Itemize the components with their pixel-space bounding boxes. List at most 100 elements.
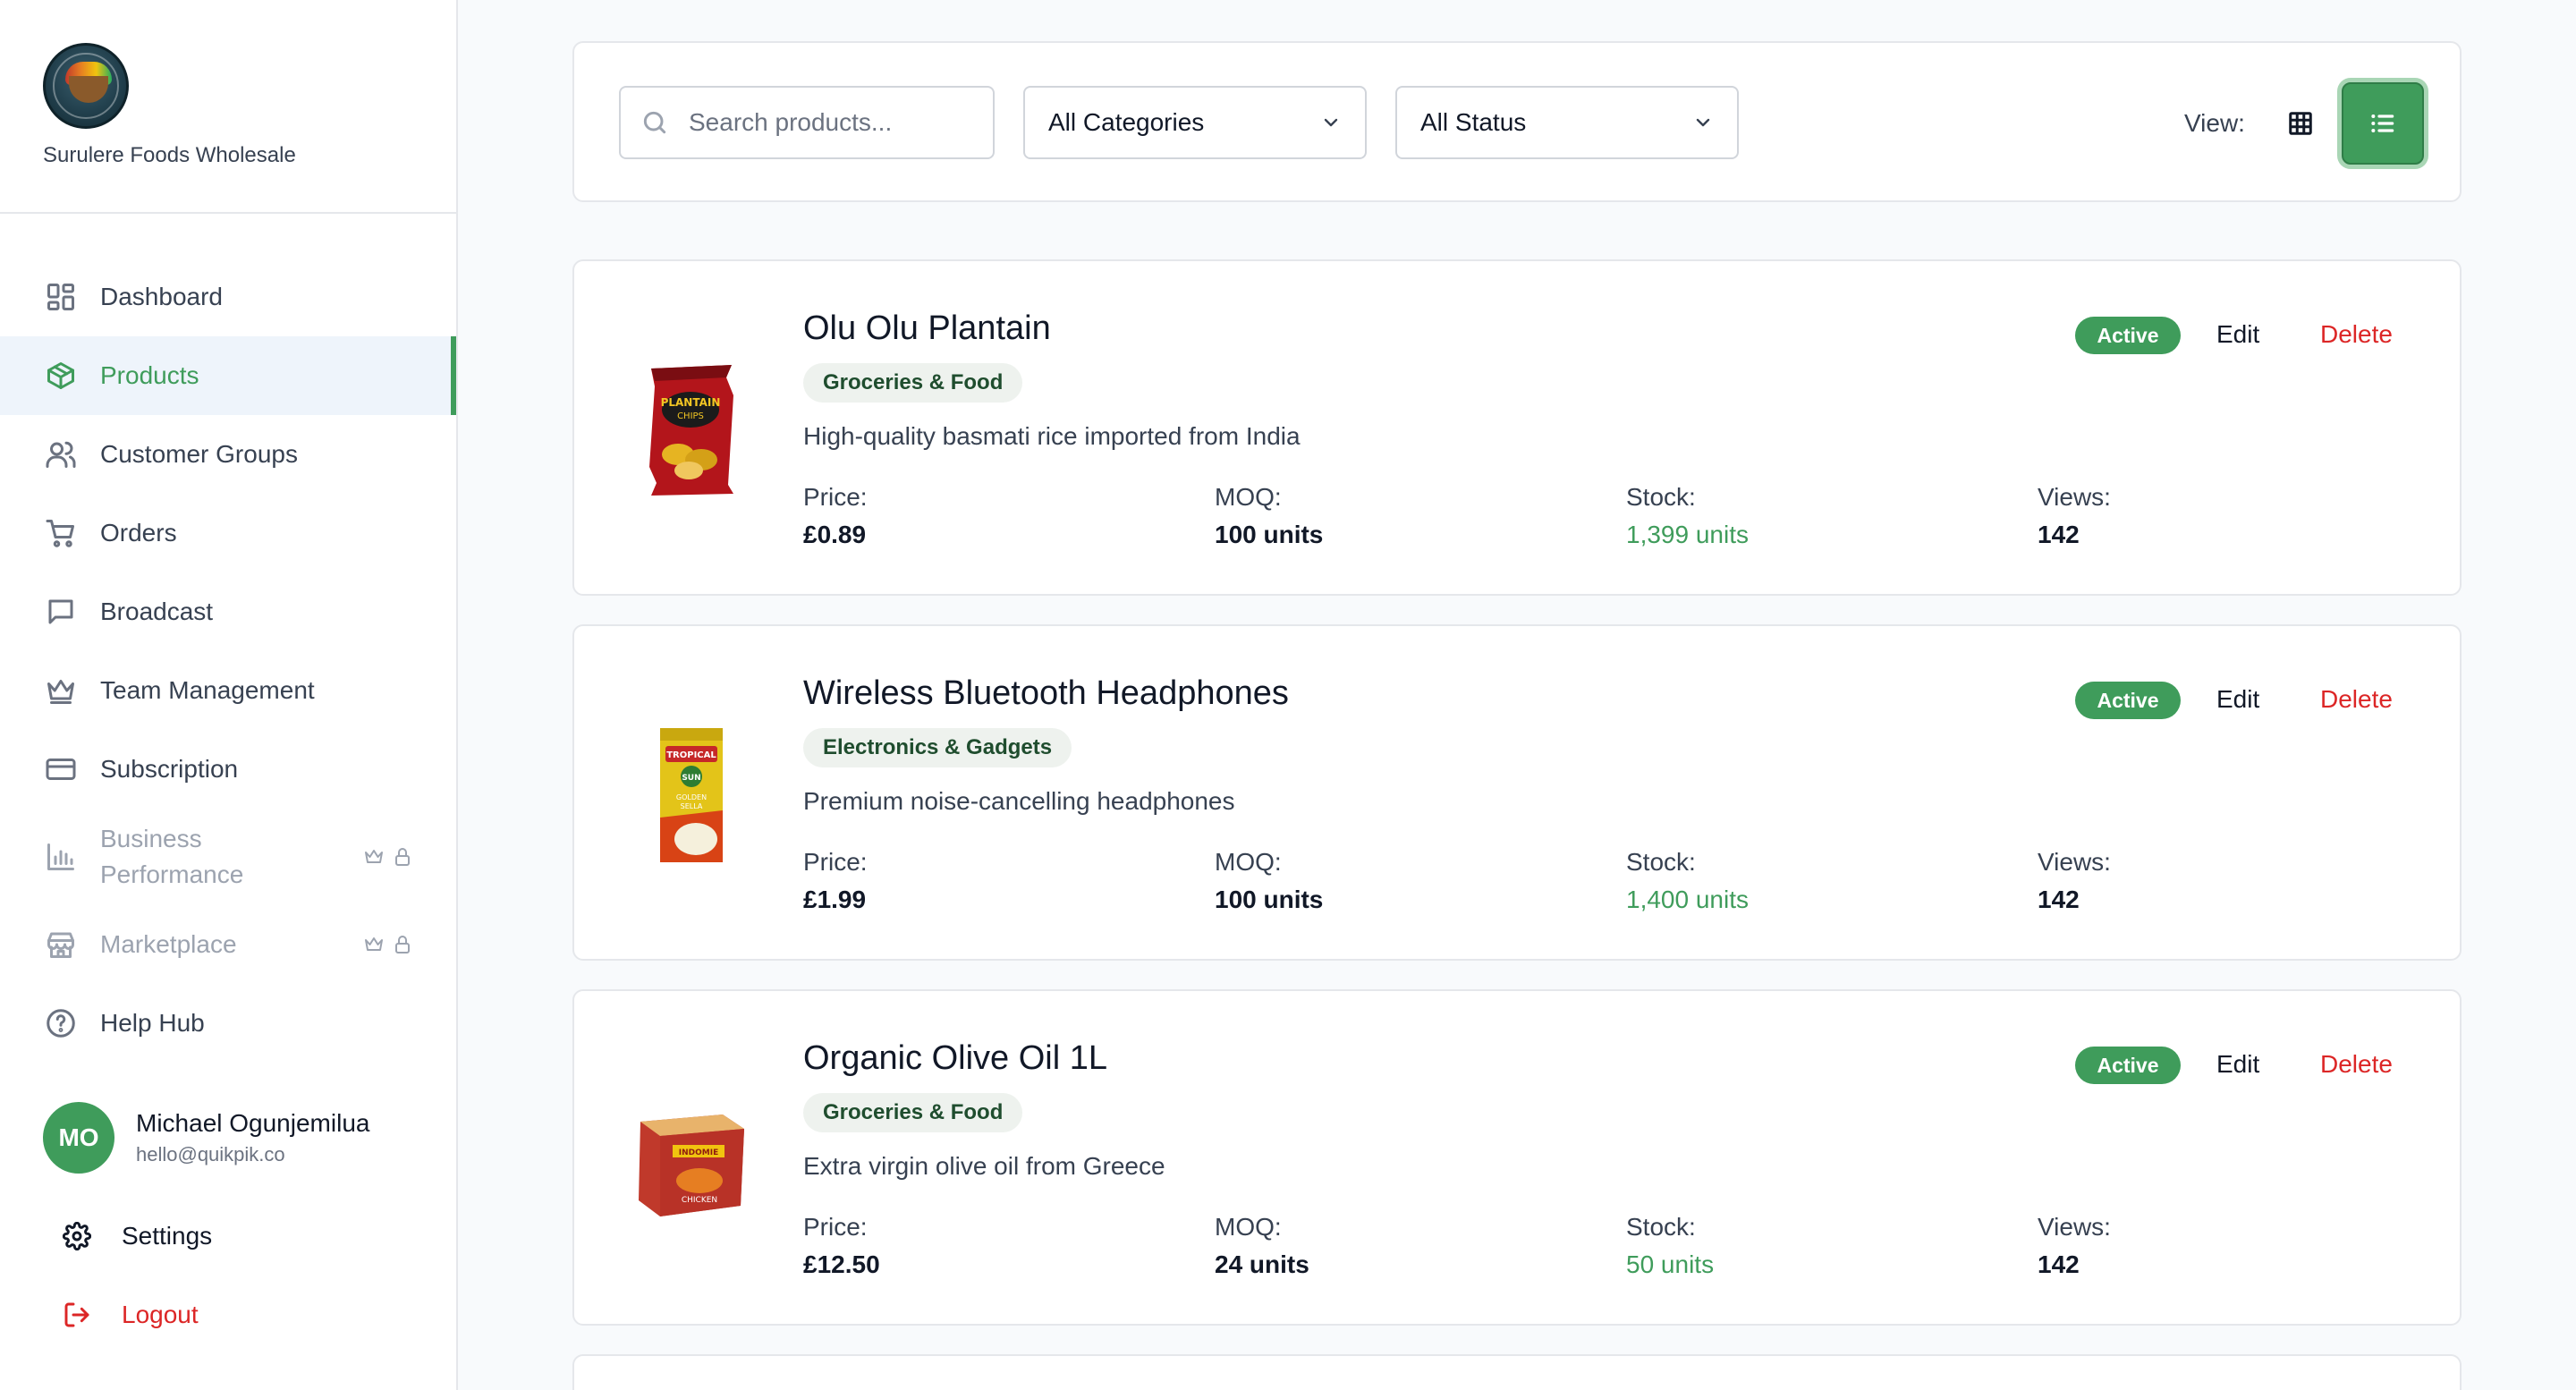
delete-button[interactable]: Delete [2320,685,2393,714]
price-value: £0.89 [803,521,867,548]
moq-stat: MOQ: 100 units [1215,848,1323,914]
price-value: £1.99 [803,886,867,913]
product-description: Extra virgin olive oil from Greece [803,1152,1165,1180]
views-label: Views: [2038,1213,2111,1241]
sidebar-item-business-performance[interactable]: Business Performance [0,809,456,905]
card-icon [43,751,79,787]
sidebar-item-marketplace[interactable]: Marketplace [0,905,456,984]
views-stat: Views: 142 [2038,483,2111,549]
brand-logo [43,43,129,129]
sidebar-item-help-hub[interactable]: Help Hub [0,984,456,1063]
settings-link[interactable]: Settings [63,1211,212,1261]
stock-value: 1,400 units [1626,886,1749,913]
product-card: TROPICAL SUN GOLDEN SELLA Wireless Bluet… [572,624,2462,961]
svg-text:SELLA: SELLA [681,802,703,810]
sidebar-item-orders[interactable]: Orders [0,494,456,572]
stock-stat: Stock: 1,400 units [1626,848,1749,914]
sidebar-item-label: Products [100,361,199,389]
premium-lock-badges [363,846,413,868]
category-badge: Groceries & Food [803,1093,1023,1132]
category-badge: Groceries & Food [803,363,1023,403]
moq-value: 100 units [1215,521,1324,548]
sidebar-item-label: Dashboard [100,283,223,310]
search-field[interactable] [619,86,995,159]
sidebar-divider [0,212,456,214]
product-description: Premium noise-cancelling headphones [803,787,1235,815]
svg-text:PLANTAIN: PLANTAIN [661,396,721,409]
category-badge: Electronics & Gadgets [803,728,1072,767]
delete-button[interactable]: Delete [2320,320,2393,349]
sidebar-item-subscription[interactable]: Subscription [0,730,456,809]
grid-view-button[interactable] [2283,106,2318,141]
moq-stat: MOQ: 100 units [1215,483,1323,549]
category-select-value: All Categories [1048,108,1205,136]
stock-label: Stock: [1626,483,1696,511]
brand-name: Surulere Foods Wholesale [43,143,296,167]
views-stat: Views: 142 [2038,1213,2111,1279]
product-name: Wireless Bluetooth Headphones [803,674,1289,712]
gear-icon [63,1222,91,1250]
sidebar-item-customer-groups[interactable]: Customer Groups [0,415,456,494]
moq-label: MOQ: [1215,483,1282,511]
svg-text:GOLDEN: GOLDEN [676,793,707,801]
avatar: MO [43,1102,114,1174]
search-input[interactable] [689,108,975,137]
list-view-button[interactable] [2342,82,2424,165]
chevron-down-icon [1696,118,1710,127]
status-badge[interactable]: Active [2075,1047,2181,1084]
moq-value: 100 units [1215,886,1324,913]
product-name: Olu Olu Plantain [803,309,1051,347]
help-icon [43,1005,79,1041]
cart-icon [43,515,79,551]
filter-bar: All Categories All Status View: [572,41,2462,202]
logout-icon [64,1302,89,1327]
sidebar-item-broadcast[interactable]: Broadcast [0,572,456,651]
settings-label: Settings [122,1222,213,1250]
sidebar-item-team-management[interactable]: Team Management [0,651,456,730]
svg-text:CHICKEN: CHICKEN [682,1196,717,1205]
sidebar-item-label: Customer Groups [100,440,298,468]
store-icon [43,927,79,962]
delete-button[interactable]: Delete [2320,1050,2393,1079]
views-value: 142 [2038,1250,2080,1278]
price-stat: Price: £1.99 [803,848,868,914]
sidebar-item-dashboard[interactable]: Dashboard [0,258,456,336]
sidebar-item-products[interactable]: Products [0,336,456,415]
product-image[interactable]: TROPICAL SUN GOLDEN SELLA [633,725,750,864]
stock-value: 50 units [1626,1250,1715,1278]
sidebar-item-label: Broadcast [100,598,214,625]
bar-chart-icon [43,839,79,875]
lock-icon [395,848,410,866]
dashboard-icon [43,279,79,315]
edit-button[interactable]: Edit [2216,320,2259,349]
user-name: Michael Ogunjemilua [136,1109,370,1137]
status-badge[interactable]: Active [2075,317,2181,354]
crown-icon [43,673,79,708]
logout-link[interactable]: Logout [63,1290,199,1340]
product-image[interactable]: PLANTAIN CHIPS [633,360,750,499]
status-select[interactable]: All Status [1395,86,1739,159]
moq-value: 24 units [1215,1250,1309,1278]
box-icon [43,358,79,394]
status-badge[interactable]: Active [2075,682,2181,719]
edit-button[interactable]: Edit [2216,1050,2259,1079]
grid-icon [2289,112,2312,135]
message-icon [43,594,79,630]
moq-stat: MOQ: 24 units [1215,1213,1309,1279]
views-value: 142 [2038,521,2080,548]
price-stat: Price: £0.89 [803,483,868,549]
sidebar-item-label: Marketplace [100,930,237,958]
search-icon [643,111,666,134]
user-profile[interactable]: MO Michael Ogunjemilua hello@quikpik.co [43,1102,369,1174]
brand[interactable]: Surulere Foods Wholesale [43,43,296,167]
stock-label: Stock: [1626,848,1696,876]
price-label: Price: [803,848,868,876]
edit-button[interactable]: Edit [2216,685,2259,714]
product-card [572,1354,2462,1390]
product-card: INDOMIE CHICKEN Organic Olive Oil 1L Gro… [572,989,2462,1326]
views-label: Views: [2038,483,2111,511]
sidebar-nav: Dashboard Products Customer Groups Order… [0,258,456,1063]
category-select[interactable]: All Categories [1023,86,1367,159]
product-image[interactable]: INDOMIE CHICKEN [633,1089,750,1229]
moq-label: MOQ: [1215,1213,1282,1241]
